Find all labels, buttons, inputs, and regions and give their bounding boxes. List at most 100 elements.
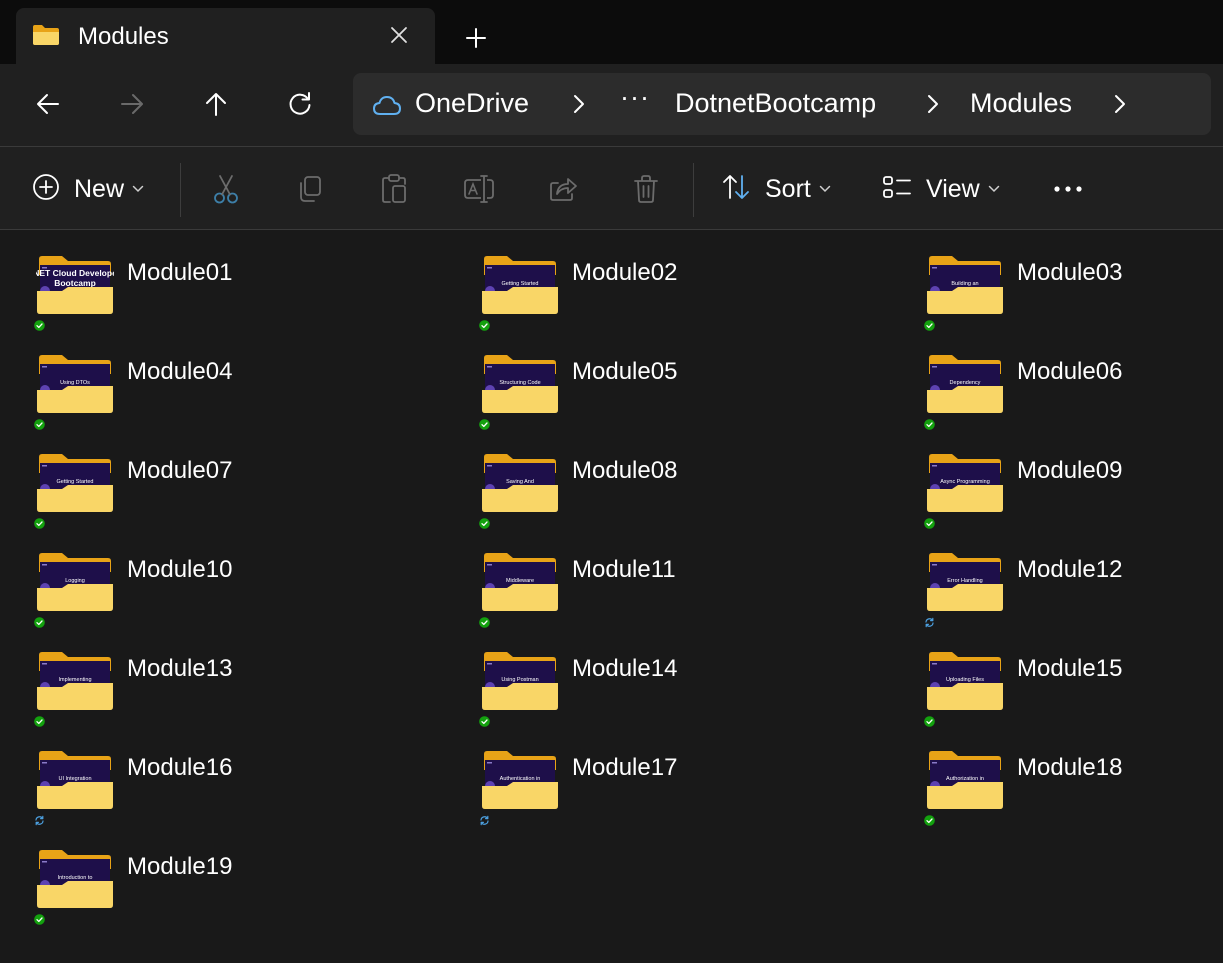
svg-text:Structuring Code: Structuring Code bbox=[499, 380, 540, 386]
folder-icon: Introduction to bbox=[36, 849, 114, 909]
folder-item[interactable]: Saving And Module08 bbox=[445, 428, 865, 529]
folder-name: Module13 bbox=[127, 655, 233, 682]
folder-item[interactable]: Uploading Files Module15 bbox=[890, 626, 1223, 727]
folder-item[interactable]: Using Postman Module14 bbox=[445, 626, 865, 727]
tab-title: Modules bbox=[78, 23, 169, 50]
sync-complete-check-icon bbox=[479, 318, 490, 331]
copy-icon[interactable] bbox=[296, 169, 324, 209]
command-bar: New Sort View bbox=[0, 147, 1223, 229]
folder-item[interactable]: Using DTOs Module04 bbox=[0, 329, 420, 430]
folder-item[interactable]: Authentication in Module17 bbox=[445, 725, 865, 826]
folder-icon: Logging bbox=[36, 552, 114, 612]
folder-item[interactable]: Building an Module03 bbox=[890, 230, 1223, 331]
share-icon[interactable] bbox=[548, 169, 578, 209]
folder-name: Module07 bbox=[127, 457, 233, 484]
folder-name: Module16 bbox=[127, 754, 233, 781]
sync-complete-check-icon bbox=[924, 417, 935, 430]
folder-item[interactable]: Authorization in Module18 bbox=[890, 725, 1223, 826]
folder-item[interactable]: Getting Started Module07 bbox=[0, 428, 420, 529]
folder-name: Module18 bbox=[1017, 754, 1123, 781]
folder-icon: Getting Started bbox=[481, 255, 559, 315]
folder-icon: NET Cloud Develope Bootcamp bbox=[33, 255, 117, 315]
svg-text:Getting Started: Getting Started bbox=[502, 281, 539, 287]
breadcrumb-onedrive[interactable]: OneDrive bbox=[415, 88, 529, 119]
new-button[interactable]: New bbox=[32, 169, 144, 209]
svg-text:Error Handling: Error Handling bbox=[947, 578, 982, 584]
delete-icon[interactable] bbox=[633, 169, 659, 209]
folder-icon: Getting Started bbox=[36, 453, 114, 513]
more-options-icon[interactable] bbox=[1053, 169, 1083, 209]
up-arrow-icon[interactable] bbox=[200, 88, 232, 120]
cloud-icon bbox=[372, 94, 402, 121]
address-bar[interactable]: OneDrive ··· DotnetBootcamp Modules bbox=[353, 73, 1211, 135]
sort-label: Sort bbox=[765, 174, 811, 203]
folder-icon: UI Integration bbox=[36, 750, 114, 810]
svg-text:Async Programming: Async Programming bbox=[940, 479, 990, 485]
folder-name: Module11 bbox=[572, 556, 676, 583]
folder-icon: Async Programming bbox=[926, 453, 1004, 513]
view-button[interactable]: View bbox=[882, 169, 1000, 209]
folder-item[interactable]: Async Programming Module09 bbox=[890, 428, 1223, 529]
sort-button[interactable]: Sort bbox=[721, 169, 831, 209]
sort-arrows-icon bbox=[721, 173, 751, 206]
folder-icon: Error Handling bbox=[926, 552, 1004, 612]
chevron-right-icon[interactable] bbox=[925, 93, 941, 115]
folder-item[interactable]: Getting Started Module02 bbox=[445, 230, 865, 331]
close-icon[interactable] bbox=[388, 24, 410, 46]
svg-text:Dependency: Dependency bbox=[950, 380, 981, 386]
chevron-right-icon[interactable] bbox=[571, 93, 587, 115]
refresh-icon[interactable] bbox=[284, 88, 316, 120]
folder-item[interactable]: Implementing Module13 bbox=[0, 626, 420, 727]
chevron-down-icon bbox=[132, 180, 144, 198]
sync-pending-icon bbox=[924, 615, 935, 628]
sync-complete-check-icon bbox=[34, 417, 45, 430]
back-arrow-icon[interactable] bbox=[32, 88, 64, 120]
rename-icon[interactable] bbox=[463, 169, 495, 209]
sync-complete-check-icon bbox=[34, 615, 45, 628]
sync-complete-check-icon bbox=[924, 813, 935, 826]
breadcrumb-dotnetbootcamp[interactable]: DotnetBootcamp bbox=[675, 88, 876, 119]
chevron-down-icon bbox=[988, 180, 1000, 198]
svg-text:Using Postman: Using Postman bbox=[501, 677, 538, 683]
plus-circle-icon bbox=[32, 173, 60, 206]
folder-item[interactable]: UI Integration Module16 bbox=[0, 725, 420, 826]
paste-icon[interactable] bbox=[380, 169, 408, 209]
folder-item[interactable]: Introduction to Module19 bbox=[0, 824, 420, 925]
folder-name: Module15 bbox=[1017, 655, 1123, 682]
sync-complete-check-icon bbox=[34, 318, 45, 331]
folder-icon: Implementing bbox=[36, 651, 114, 711]
sync-complete-check-icon bbox=[924, 714, 935, 727]
folder-item[interactable]: Error Handling Module12 bbox=[890, 527, 1223, 628]
svg-text:Getting Started: Getting Started bbox=[57, 479, 94, 485]
folder-item[interactable]: Dependency Module06 bbox=[890, 329, 1223, 430]
breadcrumb-modules[interactable]: Modules bbox=[970, 88, 1072, 119]
tab-strip: Modules bbox=[0, 0, 1223, 64]
sync-complete-check-icon bbox=[479, 417, 490, 430]
folder-item[interactable]: NET Cloud Develope Bootcamp Module01 bbox=[0, 230, 420, 331]
chevron-right-icon[interactable] bbox=[1112, 93, 1128, 115]
forward-arrow-icon[interactable] bbox=[116, 88, 148, 120]
sync-complete-check-icon bbox=[34, 516, 45, 529]
breadcrumb-ellipsis[interactable]: ··· bbox=[620, 82, 650, 113]
tab-modules[interactable]: Modules bbox=[16, 8, 435, 64]
sync-complete-check-icon bbox=[479, 714, 490, 727]
folder-name: Module04 bbox=[127, 358, 233, 385]
folder-name: Module02 bbox=[572, 259, 678, 286]
folder-item[interactable]: Middleware Module11 bbox=[445, 527, 865, 628]
separator bbox=[693, 163, 694, 217]
folder-name: Module08 bbox=[572, 457, 678, 484]
folder-item[interactable]: Logging Module10 bbox=[0, 527, 420, 628]
cut-icon[interactable] bbox=[211, 169, 241, 209]
svg-text:Saving And: Saving And bbox=[506, 479, 534, 485]
svg-text:Uploading Files: Uploading Files bbox=[946, 677, 984, 683]
svg-text:UI Integration: UI Integration bbox=[58, 776, 91, 782]
folder-icon: Dependency bbox=[926, 354, 1004, 414]
svg-text:Authentication in: Authentication in bbox=[500, 776, 541, 782]
folder-item[interactable]: Structuring Code Module05 bbox=[445, 329, 865, 430]
folder-icon: Middleware bbox=[481, 552, 559, 612]
new-tab-plus-icon[interactable] bbox=[464, 26, 488, 50]
svg-text:Bootcamp: Bootcamp bbox=[54, 278, 96, 288]
folder-name: Module03 bbox=[1017, 259, 1123, 286]
folder-icon: Saving And bbox=[481, 453, 559, 513]
folder-icon bbox=[32, 24, 60, 51]
